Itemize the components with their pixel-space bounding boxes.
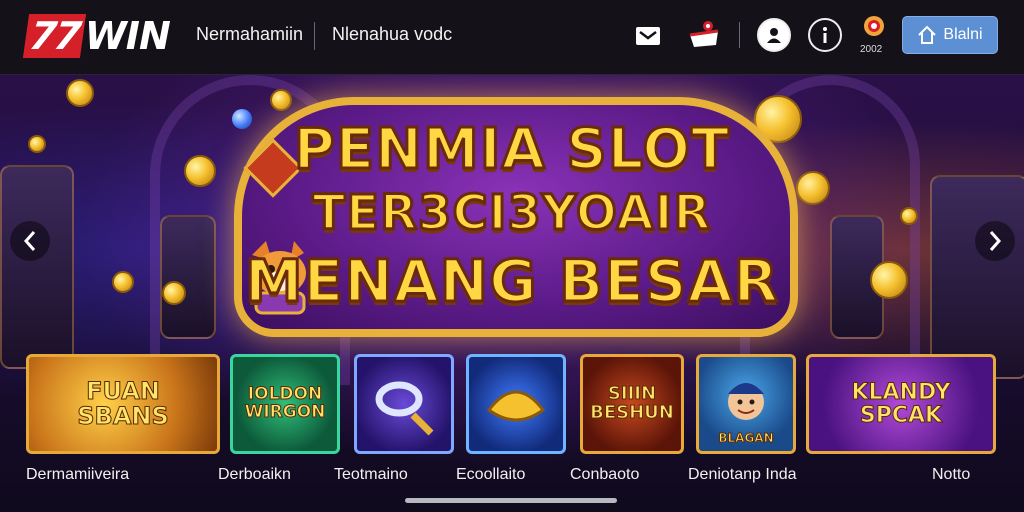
- gold-ingot-icon: [486, 390, 546, 422]
- chevron-left-icon: [23, 231, 36, 251]
- hero-banner[interactable]: PENMIA SLOT TER3CI3YOAIR MENANG BESAR FU…: [0, 75, 1024, 512]
- game-tile-2[interactable]: IOLDON WIRGON: [230, 354, 340, 454]
- game-tiles-row: FUAN SBANS IOLDON WIRGON SIIIN BESHUN BL…: [0, 354, 1024, 454]
- brand-logo[interactable]: 77 WIN: [22, 14, 171, 58]
- hero-title-line-2: TER3CI3YOAIR: [311, 184, 712, 243]
- carousel-scrollbar[interactable]: [405, 498, 617, 503]
- game-tile-3[interactable]: [354, 354, 454, 454]
- game-label-5[interactable]: Conbaoto: [570, 466, 639, 484]
- user-icon[interactable]: [757, 18, 791, 52]
- login-button[interactable]: Blalni: [902, 16, 998, 54]
- gift-icon[interactable]: [686, 18, 722, 52]
- ring-icon: [375, 381, 434, 436]
- info-icon[interactable]: [808, 18, 842, 52]
- game-tile-7-title: KLANDY SPCAK: [851, 379, 951, 428]
- game-labels-row: Dermamiiveira Derboaikn Teotmaino Ecooll…: [0, 466, 1024, 490]
- chevron-right-icon: [989, 231, 1002, 251]
- login-label: Blalni: [943, 26, 983, 43]
- game-label-1[interactable]: Dermamiiveira: [26, 466, 129, 484]
- coin: [66, 79, 94, 107]
- home-icon: [918, 25, 937, 44]
- game-tile-4[interactable]: [466, 354, 566, 454]
- icon-divider: [739, 22, 740, 48]
- game-tile-2-title: IOLDON WIRGON: [244, 384, 326, 422]
- game-tile-6[interactable]: BLAGAN: [696, 354, 796, 454]
- carousel-prev-button[interactable]: [10, 221, 50, 261]
- badge-icon[interactable]: [862, 14, 886, 42]
- game-label-6[interactable]: Deniotanp Inda: [688, 466, 797, 484]
- mail-icon[interactable]: [634, 24, 662, 48]
- badge-label: 2002: [860, 44, 883, 55]
- nav-link-2[interactable]: Nlenahua vodc: [332, 24, 452, 45]
- top-nav-bar: 77 WIN Nermahamiin Nlenahua vodc 2002 Bl…: [0, 0, 1024, 75]
- game-tile-5[interactable]: SIIIN BESHUN: [580, 354, 684, 454]
- game-label-2[interactable]: Derboaikn: [218, 466, 291, 484]
- logo-word: WIN: [84, 14, 171, 58]
- game-tile-7[interactable]: KLANDY SPCAK: [806, 354, 996, 454]
- hero-title-line-1: PENMIA SLOT: [292, 116, 731, 184]
- coin: [270, 89, 292, 111]
- game-label-3[interactable]: Teotmaino: [334, 466, 408, 484]
- game-tile-6-title: BLAGAN: [718, 431, 774, 446]
- logo-number: 77: [22, 14, 86, 58]
- character-icon: [728, 383, 764, 421]
- game-label-7[interactable]: Notto: [932, 466, 970, 484]
- hero-title-line-3: MENANG BESAR: [243, 246, 780, 317]
- nav-divider: [314, 22, 315, 50]
- game-tile-1-title: FUAN SBANS: [77, 376, 170, 430]
- carousel-next-button[interactable]: [975, 221, 1015, 261]
- game-tile-1[interactable]: FUAN SBANS: [26, 354, 220, 454]
- game-label-4[interactable]: Ecoollaito: [456, 466, 525, 484]
- nav-link-1[interactable]: Nermahamiin: [196, 24, 303, 45]
- game-tile-5-title: SIIIN BESHUN: [590, 383, 675, 423]
